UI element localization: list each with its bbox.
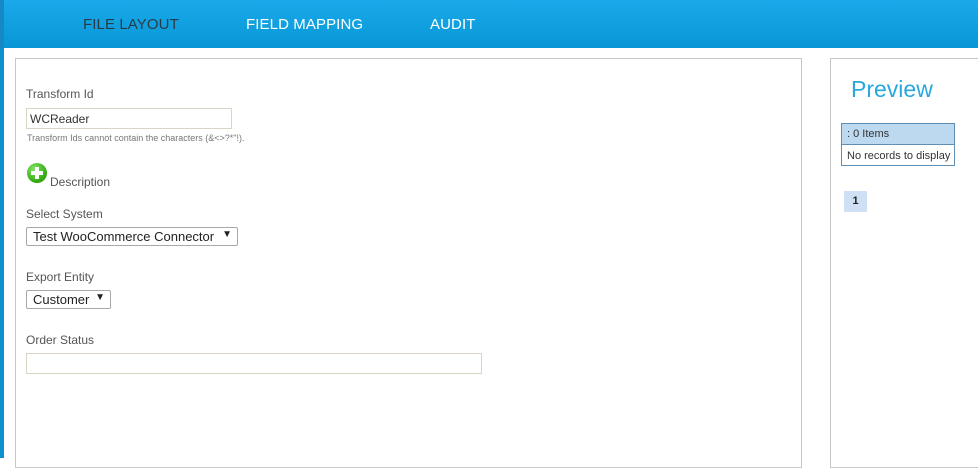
add-description-icon[interactable]: [27, 163, 47, 183]
tab-field-mapping[interactable]: FIELD MAPPING: [246, 16, 363, 33]
file-layout-form-panel: Transform Id Transform Ids cannot contai…: [15, 58, 802, 468]
transform-id-input[interactable]: [26, 108, 232, 129]
order-status-label: Order Status: [26, 333, 95, 347]
preview-title: Preview: [851, 76, 933, 102]
tab-audit[interactable]: AUDIT: [430, 16, 476, 33]
select-system-value: Test WooCommerce Connector: [33, 229, 215, 244]
export-entity-value: Customer: [33, 292, 90, 307]
transform-id-label: Transform Id: [26, 87, 94, 101]
select-system-dropdown[interactable]: Test WooCommerce Connector ▼: [26, 227, 238, 246]
transform-id-hint: Transform Ids cannot contain the charact…: [27, 133, 245, 143]
grid-empty-message: No records to display: [847, 150, 951, 162]
left-edge-strip: [0, 48, 4, 458]
grid-header: : 0 Items: [842, 124, 954, 145]
select-system-label: Select System: [26, 207, 103, 221]
chevron-down-icon: ▼: [222, 229, 232, 240]
top-navigation-bar: FILE LAYOUT FIELD MAPPING AUDIT: [0, 0, 978, 48]
order-status-input[interactable]: [26, 353, 482, 374]
description-label: Description: [50, 175, 111, 189]
export-entity-label: Export Entity: [26, 270, 95, 284]
chevron-down-icon: ▼: [95, 292, 105, 303]
preview-grid: : 0 Items No records to display: [841, 123, 955, 166]
tab-file-layout[interactable]: FILE LAYOUT: [83, 16, 179, 33]
export-entity-dropdown[interactable]: Customer ▼: [26, 290, 111, 309]
pagination-page-button[interactable]: 1: [844, 191, 867, 212]
preview-panel: Preview : 0 Items No records to display …: [830, 58, 978, 468]
